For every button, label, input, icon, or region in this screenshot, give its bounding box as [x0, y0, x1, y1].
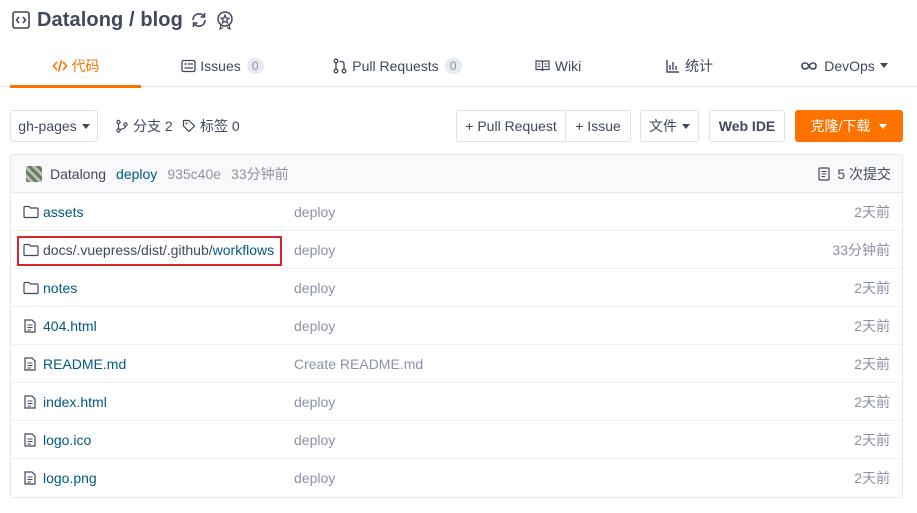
- branch-select[interactable]: gh-pages: [10, 110, 98, 142]
- list-item: index.html deploy 2天前: [11, 383, 902, 421]
- commit-message[interactable]: deploy: [116, 166, 157, 182]
- file-icon: [23, 395, 39, 409]
- list-item: docs/.vuepress/dist/.github/workflows de…: [11, 231, 902, 269]
- repo-header: Datalong / blog: [12, 6, 235, 34]
- file-name-link[interactable]: logo.png: [43, 459, 97, 497]
- list-item: 404.html deploy 2天前: [11, 307, 902, 345]
- tab-wiki[interactable]: Wiki: [530, 44, 586, 87]
- list-item: README.md Create README.md 2天前: [11, 345, 902, 383]
- file-menu-button[interactable]: 文件: [640, 110, 699, 142]
- file-name-link[interactable]: 404.html: [43, 307, 97, 345]
- file-commit-message[interactable]: deploy: [294, 231, 335, 269]
- bar-chart-icon: [665, 58, 681, 74]
- commit-list-icon: [818, 167, 832, 181]
- issues-icon: [180, 58, 196, 74]
- chevron-down-icon: [879, 123, 888, 129]
- tab-label: Pull Requests: [352, 57, 439, 74]
- clone-download-label: 克隆/下载: [810, 118, 871, 134]
- tab-label: 统计: [685, 57, 713, 74]
- file-commit-time: 2天前: [854, 432, 890, 448]
- file-name-link[interactable]: docs/.vuepress/dist/.github/workflows: [43, 231, 274, 269]
- file-name-link[interactable]: index.html: [43, 383, 107, 421]
- issues-count-badge: 0: [246, 57, 264, 74]
- folder-icon: [23, 243, 39, 257]
- file-list: Datalong deploy 935c40e 33分钟前 5 次提交 asse…: [10, 154, 903, 498]
- tab-code[interactable]: 代码: [10, 44, 141, 88]
- chevron-down-icon: [682, 123, 690, 129]
- folder-icon: [23, 281, 39, 295]
- repo-title[interactable]: Datalong / blog: [37, 9, 183, 32]
- sync-icon[interactable]: [189, 10, 209, 30]
- tab-label: DevOps: [824, 57, 875, 74]
- file-commit-time: 2天前: [854, 356, 890, 372]
- commit-author[interactable]: Datalong: [50, 166, 106, 182]
- web-ide-button[interactable]: Web IDE: [709, 110, 785, 142]
- tab-issues[interactable]: Issues 0: [176, 44, 268, 87]
- book-icon: [535, 58, 551, 74]
- clone-download-button[interactable]: 克隆/下载: [795, 110, 903, 142]
- file-commit-message[interactable]: deploy: [294, 459, 335, 497]
- new-pull-request-button[interactable]: + Pull Request: [456, 110, 566, 142]
- tags-link[interactable]: 标签 0: [182, 110, 240, 142]
- file-menu-label: 文件: [649, 118, 677, 134]
- file-commit-message[interactable]: deploy: [294, 193, 335, 231]
- file-icon: [23, 357, 39, 371]
- infinity-icon: [798, 58, 820, 74]
- file-commit-time: 33分钟前: [832, 242, 890, 258]
- list-item: logo.png deploy 2天前: [11, 459, 902, 497]
- file-commit-time: 2天前: [854, 204, 890, 220]
- pull-request-icon: [332, 58, 348, 74]
- folder-icon: [23, 205, 39, 219]
- repo-toolbar: gh-pages 分支 2 标签 0 + Pull Request + Issu…: [10, 110, 903, 143]
- list-item: logo.ico deploy 2天前: [11, 421, 902, 459]
- file-name-link[interactable]: logo.ico: [43, 421, 91, 459]
- branch-icon: [115, 119, 129, 133]
- list-item: notes deploy 2天前: [11, 269, 902, 307]
- branches-label: 分支 2: [133, 118, 173, 134]
- tab-stats[interactable]: 统计: [660, 44, 718, 87]
- file-name-link[interactable]: README.md: [43, 345, 126, 383]
- file-icon: [23, 433, 39, 447]
- file-commit-time: 2天前: [854, 280, 890, 296]
- file-commit-message[interactable]: deploy: [294, 421, 335, 459]
- commit-count: 5 次提交: [837, 166, 891, 182]
- file-commit-message[interactable]: Create README.md: [294, 345, 423, 383]
- tab-label: Issues: [200, 57, 241, 74]
- path-leaf: workflows: [212, 242, 275, 258]
- path-prefix: docs/.vuepress/dist/.github/: [43, 242, 213, 258]
- file-icon: [23, 319, 39, 333]
- award-icon[interactable]: [215, 10, 235, 30]
- branch-select-label: gh-pages: [18, 118, 77, 134]
- tags-label: 标签 0: [200, 118, 240, 134]
- commit-sha[interactable]: 935c40e: [167, 166, 221, 182]
- new-issue-button[interactable]: + Issue: [565, 110, 631, 142]
- tab-label: 代码: [71, 57, 100, 74]
- branches-link[interactable]: 分支 2: [115, 110, 173, 142]
- file-commit-message[interactable]: deploy: [294, 269, 335, 307]
- tab-pull-requests[interactable]: Pull Requests 0: [330, 44, 464, 87]
- tag-icon: [182, 119, 196, 133]
- pull-requests-count-badge: 0: [444, 57, 462, 74]
- code-box-icon: [12, 11, 30, 29]
- code-icon: [51, 58, 68, 74]
- latest-commit-bar: Datalong deploy 935c40e 33分钟前 5 次提交: [11, 155, 902, 193]
- file-commit-message[interactable]: deploy: [294, 307, 335, 345]
- file-name-link[interactable]: notes: [43, 269, 77, 307]
- file-commit-time: 2天前: [854, 470, 890, 486]
- file-commit-time: 2天前: [854, 318, 890, 334]
- commit-time: 33分钟前: [231, 165, 289, 182]
- file-commit-message[interactable]: deploy: [294, 383, 335, 421]
- list-item: assets deploy 2天前: [11, 193, 902, 231]
- file-name-link[interactable]: assets: [43, 193, 83, 231]
- tab-label: Wiki: [554, 57, 582, 74]
- tab-devops[interactable]: DevOps: [796, 44, 890, 87]
- file-commit-time: 2天前: [854, 394, 890, 410]
- chevron-down-icon: [81, 123, 90, 129]
- file-icon: [23, 471, 39, 485]
- chevron-down-icon: [879, 63, 888, 68]
- commit-count-link[interactable]: 5 次提交: [818, 155, 891, 193]
- avatar[interactable]: [26, 165, 42, 182]
- repo-tabs: 代码 Issues 0 Pull Requests 0 Wiki 统计 DevO…: [0, 44, 917, 88]
